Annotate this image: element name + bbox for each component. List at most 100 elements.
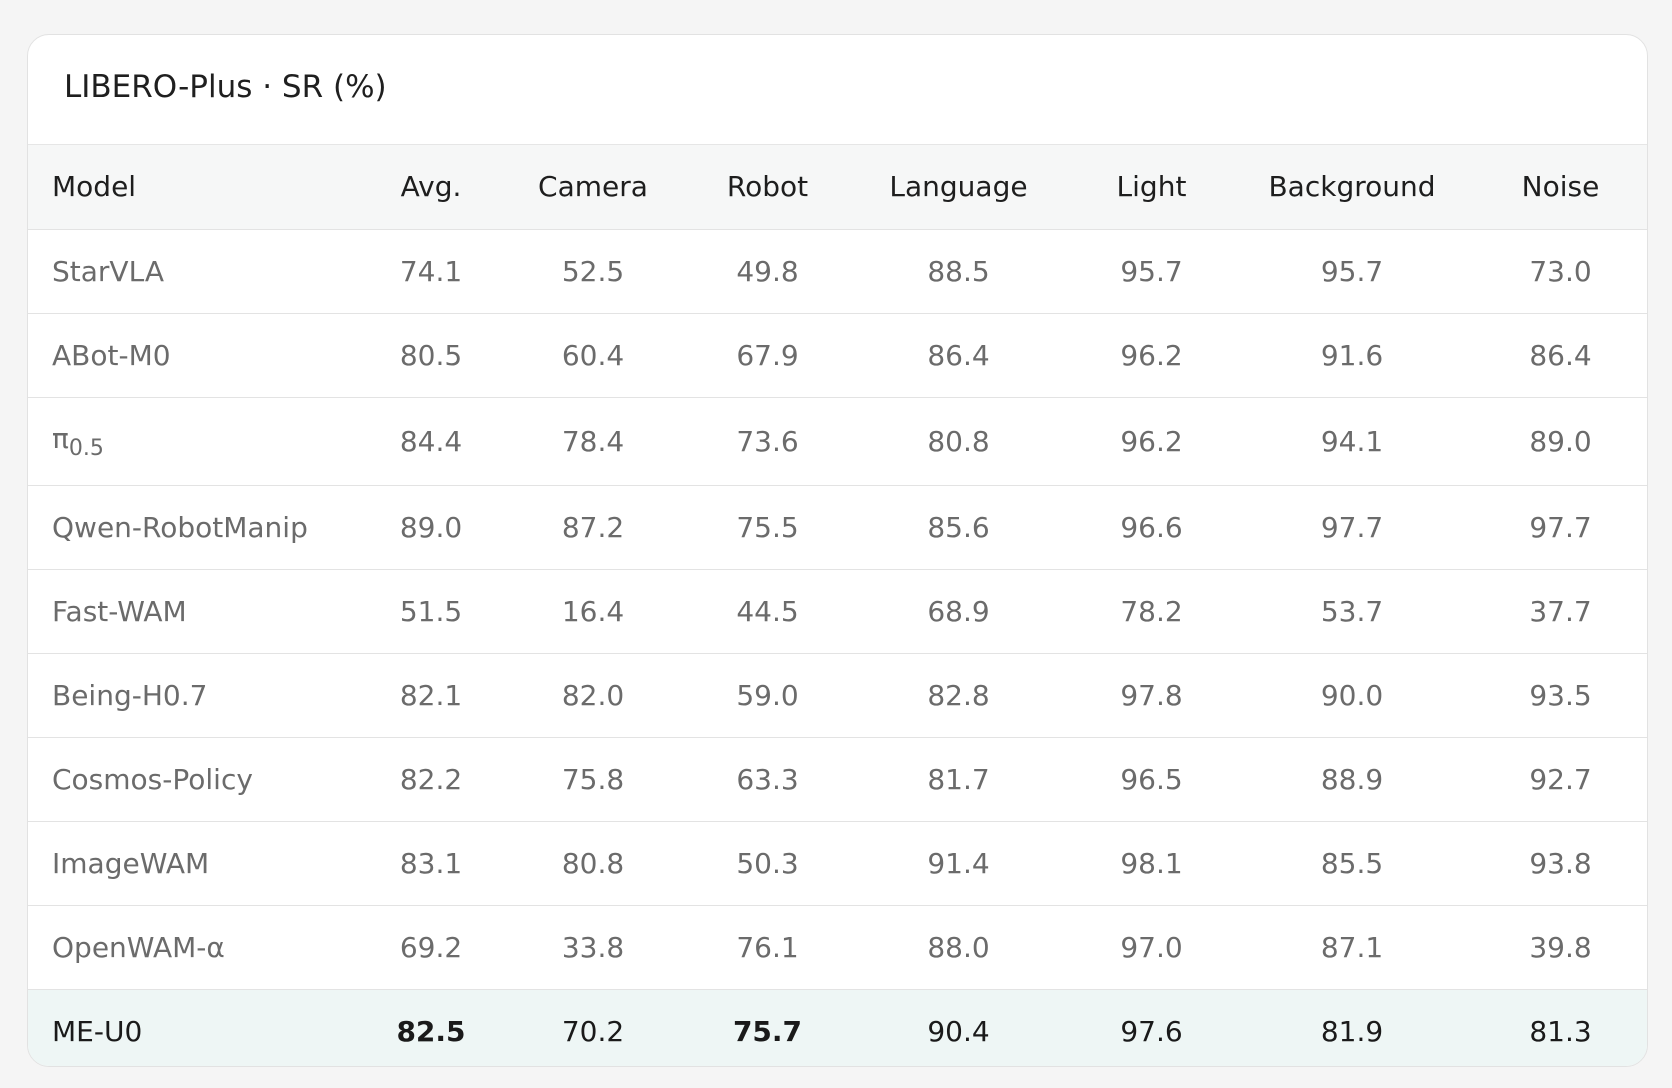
cell-noise: 39.8 — [1472, 905, 1647, 990]
cell-background: 97.7 — [1232, 485, 1472, 570]
model-name: Being-H0.7 — [52, 678, 208, 712]
cell-model: π0.5 — [28, 397, 365, 486]
cell-robot: 75.7 — [732, 1014, 803, 1048]
model-name: ABot-M0 — [52, 338, 171, 372]
column-header-avg: Avg. — [365, 145, 497, 230]
cell-camera: 16.4 — [497, 569, 689, 654]
cell-model: Cosmos-Policy — [28, 737, 365, 822]
cell-model: Being-H0.7 — [28, 653, 365, 738]
cell-avg: 51.5 — [365, 569, 497, 654]
cell-language: 81.7 — [846, 737, 1071, 822]
cell-robot: 63.3 — [689, 737, 846, 822]
table-row: π0.5 84.4 78.4 73.6 80.8 96.2 94.1 89.0 — [28, 397, 1647, 486]
cell-avg: 89.0 — [365, 485, 497, 570]
cell-noise: 37.7 — [1472, 569, 1647, 654]
cell-model: ABot-M0 — [28, 313, 365, 398]
cell-light: 95.7 — [1071, 229, 1232, 314]
cell-language: 68.9 — [846, 569, 1071, 654]
cell-noise: 92.7 — [1472, 737, 1647, 822]
cell-avg: 82.2 — [365, 737, 497, 822]
cell-robot: 59.0 — [689, 653, 846, 738]
cell-background: 87.1 — [1232, 905, 1472, 990]
cell-background: 90.0 — [1232, 653, 1472, 738]
cell-camera: 70.2 — [561, 1014, 625, 1048]
cell-background: 81.9 — [1320, 1014, 1384, 1048]
column-header-noise: Noise — [1472, 145, 1647, 230]
cell-light: 96.6 — [1071, 485, 1232, 570]
cell-background: 53.7 — [1232, 569, 1472, 654]
cell-noise: 86.4 — [1472, 313, 1647, 398]
cell-language: 80.8 — [846, 397, 1071, 486]
cell-language: 88.5 — [846, 229, 1071, 314]
cell-background: 88.9 — [1232, 737, 1472, 822]
cell-light: 97.0 — [1071, 905, 1232, 990]
cell-model: Fast-WAM — [28, 569, 365, 654]
cell-background: 85.5 — [1232, 821, 1472, 906]
cell-model: ImageWAM — [28, 821, 365, 906]
results-card: LIBERO-Plus · SR (%) Model Avg. Camera R… — [27, 34, 1648, 1067]
column-header-robot: Robot — [689, 145, 846, 230]
cell-background: 94.1 — [1232, 397, 1472, 486]
cell-robot: 76.1 — [689, 905, 846, 990]
table-header-row: Model Avg. Camera Robot Language Light B… — [28, 145, 1647, 230]
model-name-subscript: 0.5 — [68, 435, 104, 461]
cell-language: 85.6 — [846, 485, 1071, 570]
cell-camera: 87.2 — [497, 485, 689, 570]
cell-language: 82.8 — [846, 653, 1071, 738]
table-body: StarVLA 74.1 52.5 49.8 88.5 95.7 95.7 73.0 ABot-… — [28, 229, 1647, 1066]
results-table: Model Avg. Camera Robot Language Light B… — [28, 145, 1647, 1066]
column-header-camera: Camera — [497, 145, 689, 230]
cell-light: 96.5 — [1071, 737, 1232, 822]
cell-camera: 80.8 — [497, 821, 689, 906]
cell-robot: 73.6 — [689, 397, 846, 486]
model-name: ME-U0 — [52, 1014, 143, 1048]
cell-light: 96.2 — [1071, 313, 1232, 398]
cell-camera: 78.4 — [497, 397, 689, 486]
cell-language: 90.4 — [927, 1014, 990, 1048]
cell-model: ME-U0 — [28, 989, 365, 1066]
model-name: StarVLA — [52, 254, 164, 288]
cell-camera: 75.8 — [497, 737, 689, 822]
model-name: Qwen-RobotManip — [52, 510, 308, 544]
model-name: ImageWAM — [52, 846, 210, 880]
table-row: Qwen-RobotManip 89.0 87.2 75.5 85.6 96.6 97.7 9… — [28, 485, 1647, 570]
cell-robot: 75.5 — [689, 485, 846, 570]
cell-noise: 97.7 — [1472, 485, 1647, 570]
cell-avg: 80.5 — [365, 313, 497, 398]
cell-camera: 60.4 — [497, 313, 689, 398]
table-row: StarVLA 74.1 52.5 49.8 88.5 95.7 95.7 73.0 — [28, 229, 1647, 314]
cell-robot: 67.9 — [689, 313, 846, 398]
cell-noise: 93.5 — [1472, 653, 1647, 738]
cell-model: OpenWAM-α — [28, 905, 365, 990]
cell-robot: 50.3 — [689, 821, 846, 906]
cell-language: 91.4 — [846, 821, 1071, 906]
table-row: ABot-M0 80.5 60.4 67.9 86.4 96.2 91.6 86.4 — [28, 313, 1647, 398]
cell-model: Qwen-RobotManip — [28, 485, 365, 570]
cell-robot: 49.8 — [689, 229, 846, 314]
cell-avg: 82.1 — [365, 653, 497, 738]
cell-noise: 89.0 — [1472, 397, 1647, 486]
cell-noise: 73.0 — [1472, 229, 1647, 314]
table-title: LIBERO-Plus · SR (%) — [28, 35, 1647, 145]
cell-language: 86.4 — [846, 313, 1071, 398]
cell-camera: 52.5 — [497, 229, 689, 314]
cell-avg: 82.5 — [396, 1014, 466, 1048]
cell-background: 95.7 — [1232, 229, 1472, 314]
cell-camera: 82.0 — [497, 653, 689, 738]
table-row: Cosmos-Policy 82.2 75.8 63.3 81.7 96.5 88.9 92.… — [28, 737, 1647, 822]
cell-light: 98.1 — [1071, 821, 1232, 906]
column-header-background: Background — [1232, 145, 1472, 230]
table-row: Being-H0.7 82.1 82.0 59.0 82.8 97.8 90.0 93.5 — [28, 653, 1647, 738]
cell-background: 91.6 — [1232, 313, 1472, 398]
table-row: ME-U0 82.5 70.2 75.7 90.4 97.6 81.9 81.3 — [28, 989, 1647, 1066]
cell-noise: 81.3 — [1529, 1014, 1592, 1048]
cell-light: 97.6 — [1120, 1014, 1183, 1048]
cell-camera: 33.8 — [497, 905, 689, 990]
cell-noise: 93.8 — [1472, 821, 1647, 906]
column-header-language: Language — [846, 145, 1071, 230]
table-row: Fast-WAM 51.5 16.4 44.5 68.9 78.2 53.7 37.7 — [28, 569, 1647, 654]
cell-language: 88.0 — [846, 905, 1071, 990]
cell-light: 97.8 — [1071, 653, 1232, 738]
model-name: π — [52, 421, 69, 455]
cell-light: 78.2 — [1071, 569, 1232, 654]
